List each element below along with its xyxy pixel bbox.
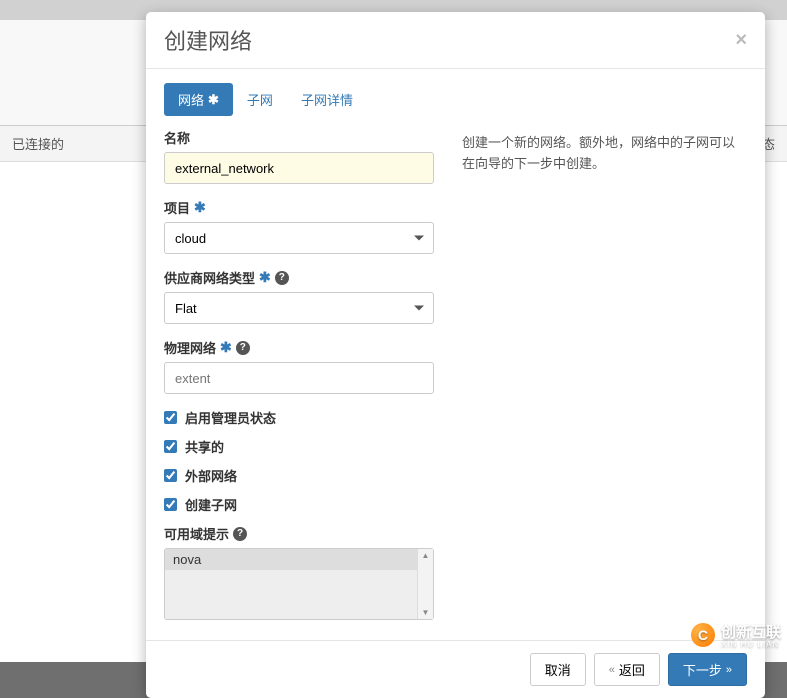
physical-network-input[interactable] — [164, 362, 434, 394]
name-input[interactable] — [164, 152, 434, 184]
create-network-modal: 创建网络 × 网络 ✱ 子网 子网详情 名称 — [146, 12, 765, 698]
provider-type-label: 供应商网络类型 ✱ ? — [164, 268, 434, 287]
field-project: 项目 ✱ cloud — [164, 198, 434, 254]
required-icon: ✱ — [220, 339, 232, 356]
help-icon[interactable]: ? — [275, 271, 289, 285]
modal-header: 创建网络 × — [146, 12, 765, 69]
tab-subnet-details[interactable]: 子网详情 — [287, 83, 367, 116]
external-checkbox[interactable] — [164, 469, 177, 482]
create-subnet-checkbox[interactable] — [164, 498, 177, 511]
admin-state-checkbox[interactable] — [164, 411, 177, 424]
provider-type-select-wrap: Flat — [164, 292, 434, 324]
external-label: 外部网络 — [185, 466, 237, 485]
availability-label: 可用域提示 ? — [164, 524, 434, 543]
shared-checkbox[interactable] — [164, 440, 177, 453]
next-label: 下一步 — [683, 660, 722, 679]
chevron-left-icon: « — [609, 664, 615, 676]
project-select-wrap: cloud — [164, 222, 434, 254]
chevron-right-icon: » — [726, 664, 732, 676]
tab-label: 网络 — [178, 90, 204, 109]
cancel-label: 取消 — [545, 660, 571, 679]
checkbox-create-subnet[interactable]: 创建子网 — [164, 495, 434, 514]
physical-network-label: 物理网络 ✱ ? — [164, 338, 434, 357]
required-icon: ✱ — [194, 199, 206, 216]
scrollbar[interactable]: ▲ ▼ — [417, 549, 433, 619]
field-physical-network: 物理网络 ✱ ? — [164, 338, 434, 394]
project-label-text: 项目 — [164, 198, 190, 217]
checkbox-external[interactable]: 外部网络 — [164, 466, 434, 485]
create-subnet-label: 创建子网 — [185, 495, 237, 514]
scroll-up-icon[interactable]: ▲ — [422, 551, 430, 560]
modal-title: 创建网络 — [164, 24, 252, 56]
modal-footer: 取消 « 返回 下一步 » — [146, 640, 765, 698]
close-icon[interactable]: × — [735, 29, 747, 52]
tab-label: 子网 — [247, 90, 273, 109]
provider-type-select[interactable]: Flat — [164, 292, 434, 324]
bg-left-label: 已连接的 — [12, 134, 64, 153]
back-button[interactable]: « 返回 — [594, 653, 660, 686]
tab-network[interactable]: 网络 ✱ — [164, 83, 233, 116]
field-availability: 可用域提示 ? nova ▲ ▼ — [164, 524, 434, 620]
admin-state-label: 启用管理员状态 — [185, 408, 276, 427]
tab-label: 子网详情 — [301, 90, 353, 109]
help-icon[interactable]: ? — [233, 527, 247, 541]
project-select[interactable]: cloud — [164, 222, 434, 254]
required-icon: ✱ — [259, 269, 271, 286]
form-column: 网络 ✱ 子网 子网详情 名称 项目 ✱ — [164, 83, 434, 634]
shared-label: 共享的 — [185, 437, 224, 456]
project-label: 项目 ✱ — [164, 198, 434, 217]
name-label: 名称 — [164, 128, 434, 147]
field-name: 名称 — [164, 128, 434, 184]
required-icon: ✱ — [208, 92, 219, 108]
checkbox-shared[interactable]: 共享的 — [164, 437, 434, 456]
field-provider-type: 供应商网络类型 ✱ ? Flat — [164, 268, 434, 324]
back-label: 返回 — [619, 660, 645, 679]
provider-type-label-text: 供应商网络类型 — [164, 268, 255, 287]
description-text: 创建一个新的网络。额外地，网络中的子网可以在向导的下一步中创建。 — [462, 133, 747, 175]
scroll-down-icon[interactable]: ▼ — [422, 608, 430, 617]
checkbox-admin-state[interactable]: 启用管理员状态 — [164, 408, 434, 427]
description-column: 创建一个新的网络。额外地，网络中的子网可以在向导的下一步中创建。 — [462, 83, 747, 634]
physical-network-label-text: 物理网络 — [164, 338, 216, 357]
tabs: 网络 ✱ 子网 子网详情 — [164, 83, 434, 116]
availability-option[interactable]: nova — [165, 549, 433, 570]
modal-body: 网络 ✱ 子网 子网详情 名称 项目 ✱ — [146, 69, 765, 640]
help-icon[interactable]: ? — [236, 341, 250, 355]
cancel-button[interactable]: 取消 — [530, 653, 586, 686]
tab-subnet[interactable]: 子网 — [233, 83, 287, 116]
availability-label-text: 可用域提示 — [164, 524, 229, 543]
availability-multiselect[interactable]: nova ▲ ▼ — [164, 548, 434, 620]
next-button[interactable]: 下一步 » — [668, 653, 747, 686]
